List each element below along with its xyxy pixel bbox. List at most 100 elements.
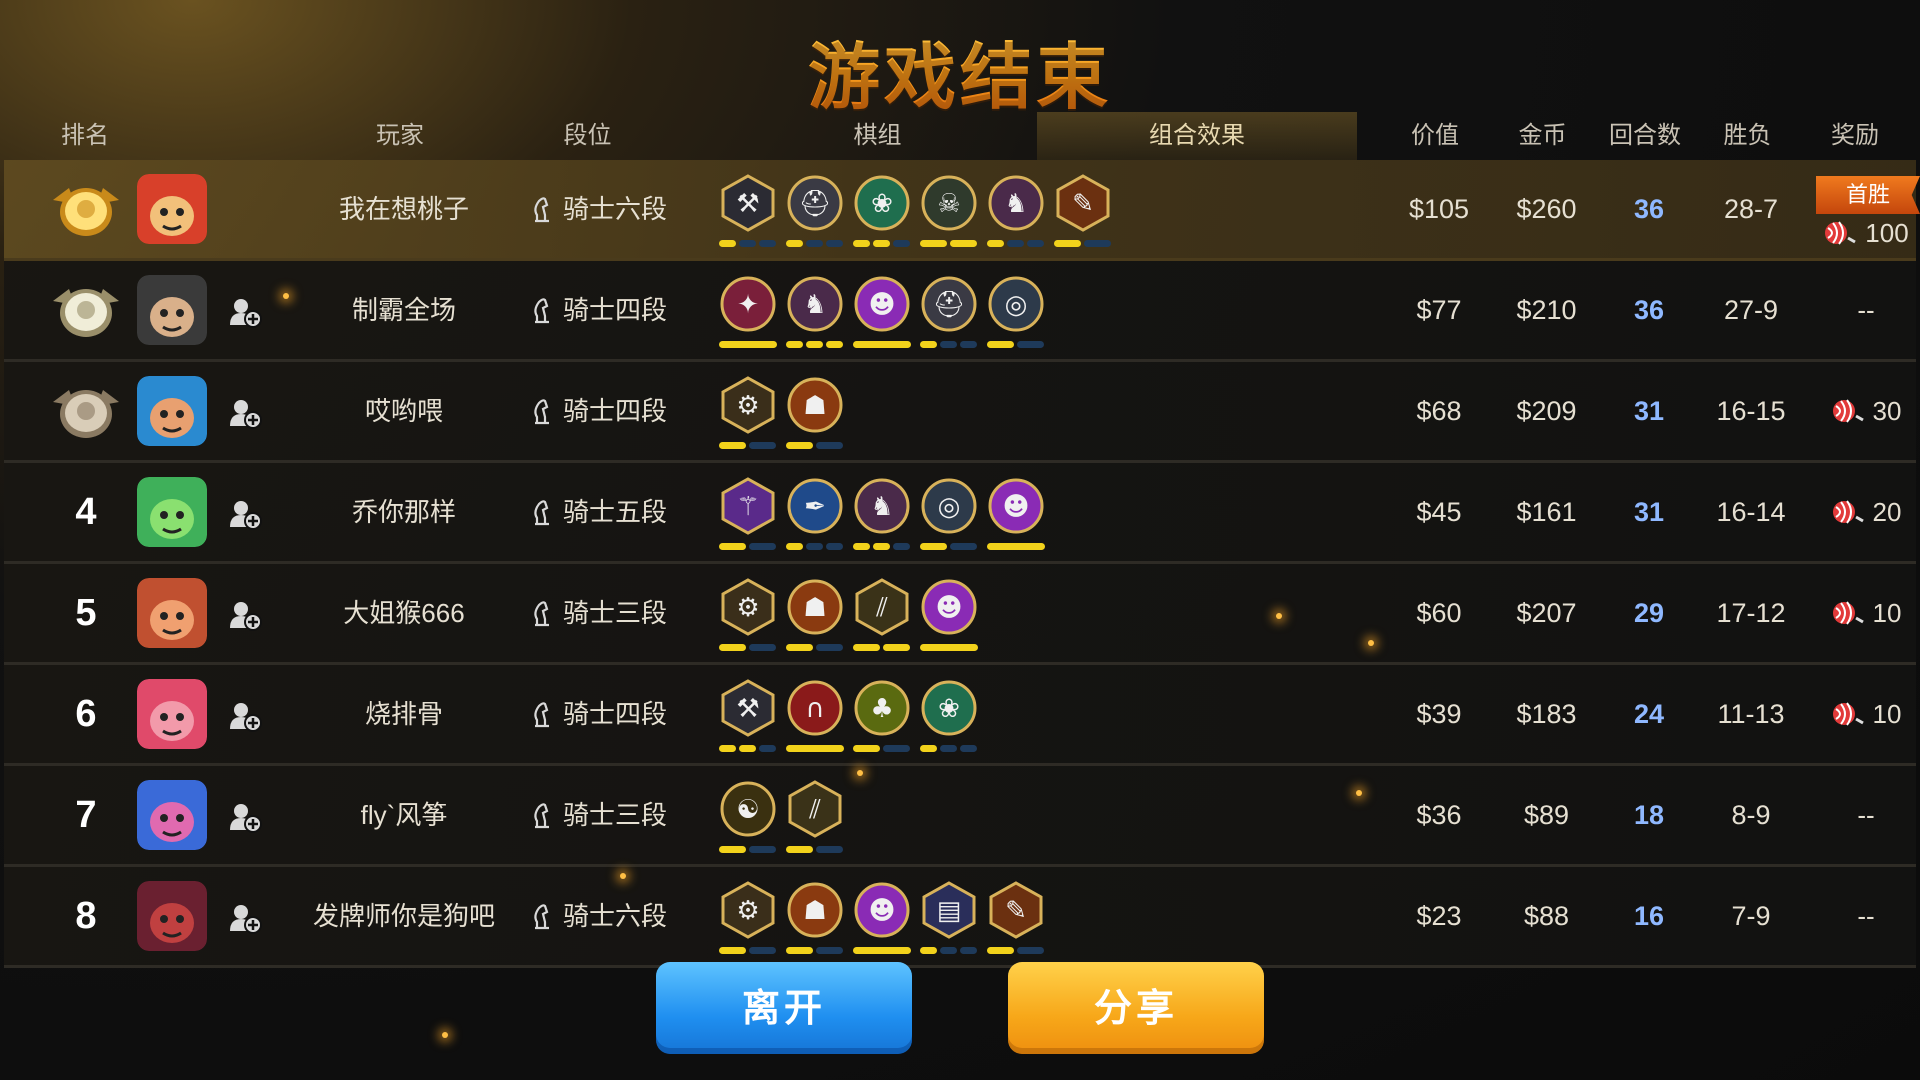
skull-icon[interactable]: ☠ [920, 174, 978, 232]
svg-text:⚚: ⚚ [736, 492, 759, 522]
tree-icon[interactable]: ♣ [853, 679, 911, 737]
svg-text:☠: ☠ [937, 189, 960, 219]
feather-hex-icon[interactable]: ✎ [987, 881, 1045, 939]
tab-deck[interactable]: 棋组 [800, 112, 955, 160]
avatar[interactable] [137, 376, 207, 446]
arch-icon[interactable]: ∩ [786, 679, 844, 737]
synergy-segment [940, 341, 957, 348]
avatar[interactable] [137, 477, 207, 547]
goblin-icon[interactable]: ☗ [786, 376, 844, 434]
feather-hex-icon[interactable]: ✎ [1054, 174, 1112, 232]
synergy-segment [786, 543, 803, 550]
synergy-segment [816, 846, 843, 853]
reward-amount: 100 [1865, 218, 1909, 248]
reward-amount: 10 [1872, 598, 1902, 628]
helmet-icon[interactable]: ⛑ [920, 275, 978, 333]
synergy-segment [1054, 240, 1081, 247]
axe-hex-icon[interactable]: ⚒ [719, 174, 777, 232]
synergy-segment [987, 341, 1014, 348]
claw-hex-icon[interactable]: ⫽ [853, 578, 911, 636]
avatar[interactable] [137, 174, 207, 244]
goblin-icon[interactable]: ☗ [786, 881, 844, 939]
gear-hex-icon[interactable]: ⚙ [719, 376, 777, 434]
candy-icon [1832, 702, 1864, 726]
svg-text:⚙: ⚙ [736, 391, 759, 421]
imp-icon[interactable]: ☻ [853, 881, 911, 939]
synergy-segment [920, 543, 947, 550]
player-name: 烧排骨 [364, 699, 443, 729]
leave-button[interactable]: 离开 [656, 962, 912, 1054]
player-tier: 骑士三段 [529, 564, 667, 662]
reward-cell: -- [1812, 867, 1920, 965]
feather-icon[interactable]: ✒ [786, 477, 844, 535]
add-friend-icon[interactable] [228, 800, 262, 834]
imp-icon[interactable]: ☻ [920, 578, 978, 636]
paw-icon[interactable]: ❀ [853, 174, 911, 232]
add-friend-icon[interactable] [228, 396, 262, 430]
player-rounds: 36 [1633, 194, 1665, 224]
synergy-segment [749, 846, 776, 853]
player-row[interactable]: 8 发牌师你是狗吧 骑士六段 ⚙ ☗ ☻ ▤ ✎ $23 $88 16 7-9 -- [4, 867, 1916, 968]
synergy-segment [749, 947, 776, 954]
claw-hex-icon[interactable]: ⫽ [786, 780, 844, 838]
avatar[interactable] [137, 679, 207, 749]
synergy-segment [1027, 240, 1044, 247]
player-row[interactable]: 制霸全场 骑士四段 ✦ ♞ ☻ ⛑ ◎ $77 $210 36 27-9 -- [4, 261, 1916, 362]
synergy-segment [826, 240, 843, 247]
svg-text:♞: ♞ [803, 290, 826, 320]
player-gold: $161 [1516, 497, 1577, 527]
synergy-segment [786, 341, 803, 348]
svg-text:✎: ✎ [1005, 896, 1027, 926]
bronze-medal-icon [53, 390, 119, 438]
player-winloss: 16-15 [1716, 396, 1786, 426]
avatar[interactable] [137, 881, 207, 951]
gear-hex-icon[interactable]: ⚙ [719, 578, 777, 636]
wizard-hex-icon[interactable]: ⚚ [719, 477, 777, 535]
avatar[interactable] [137, 275, 207, 345]
scroll-hex-icon[interactable]: ▤ [920, 881, 978, 939]
player-row[interactable]: 4 乔你那样 骑士五段 ⚚ ✒ ♞ ◎ ☻ $45 $161 31 16-14 20 [4, 463, 1916, 564]
svg-text:❀: ❀ [938, 694, 960, 724]
goblin-icon[interactable]: ☗ [786, 578, 844, 636]
tab-synergy[interactable]: 组合效果 [1037, 112, 1357, 160]
axe-hex-icon[interactable]: ⚒ [719, 679, 777, 737]
rank-number: 5 [75, 592, 97, 634]
yinyang-icon[interactable]: ☯ [719, 780, 777, 838]
player-row[interactable]: 哎哟喂 骑士四段 ⚙ ☗ $68 $209 31 16-15 30 [4, 362, 1916, 463]
svg-text:☗: ☗ [803, 593, 826, 623]
add-friend-icon[interactable] [228, 699, 262, 733]
knight-icon[interactable]: ♞ [853, 477, 911, 535]
paw-icon[interactable]: ❀ [920, 679, 978, 737]
player-row[interactable]: 我在想桃子 骑士六段 ⚒ ⛑ ❀ ☠ ♞ ✎ $105 $260 36 28-7 首胜 1… [4, 160, 1920, 261]
knight-rank-icon [534, 803, 549, 829]
synergy-segment [1084, 240, 1111, 247]
add-friend-icon[interactable] [228, 901, 262, 935]
svg-text:☻: ☻ [1002, 492, 1029, 522]
gear-hex-icon[interactable]: ⚙ [719, 881, 777, 939]
player-name: fly`风筝 [360, 800, 448, 830]
demon-wing-icon[interactable]: ✦ [719, 275, 777, 333]
player-gold: $88 [1523, 901, 1570, 931]
add-friend-icon[interactable] [228, 295, 262, 329]
share-button[interactable]: 分享 [1008, 962, 1264, 1054]
player-row[interactable]: 6 烧排骨 骑士四段 ⚒ ∩ ♣ ❀ $39 $183 24 11-13 10 [4, 665, 1916, 766]
synergy-segment [1017, 341, 1044, 348]
avatar[interactable] [137, 578, 207, 648]
rank-number: 7 [75, 794, 97, 836]
helmet-icon[interactable]: ⛑ [786, 174, 844, 232]
orbs-icon[interactable]: ◎ [920, 477, 978, 535]
player-row[interactable]: 7 fly`风筝 骑士三段 ☯ ⫽ $36 $89 18 8-9 -- [4, 766, 1916, 867]
avatar[interactable] [137, 780, 207, 850]
candy-icon [1825, 221, 1857, 245]
orbs-icon[interactable]: ◎ [987, 275, 1045, 333]
knight-icon[interactable]: ♞ [786, 275, 844, 333]
add-friend-icon[interactable] [228, 497, 262, 531]
header-winloss: 胜负 [1723, 122, 1772, 149]
add-friend-icon[interactable] [228, 598, 262, 632]
synergy-segment [719, 442, 746, 449]
player-row[interactable]: 5 大姐猴666 骑士三段 ⚙ ☗ ⫽ ☻ $60 $207 29 17-12 10 [4, 564, 1916, 665]
imp-icon[interactable]: ☻ [987, 477, 1045, 535]
imp-icon[interactable]: ☻ [853, 275, 911, 333]
knight-icon[interactable]: ♞ [987, 174, 1045, 232]
synergy-segment [806, 240, 823, 247]
